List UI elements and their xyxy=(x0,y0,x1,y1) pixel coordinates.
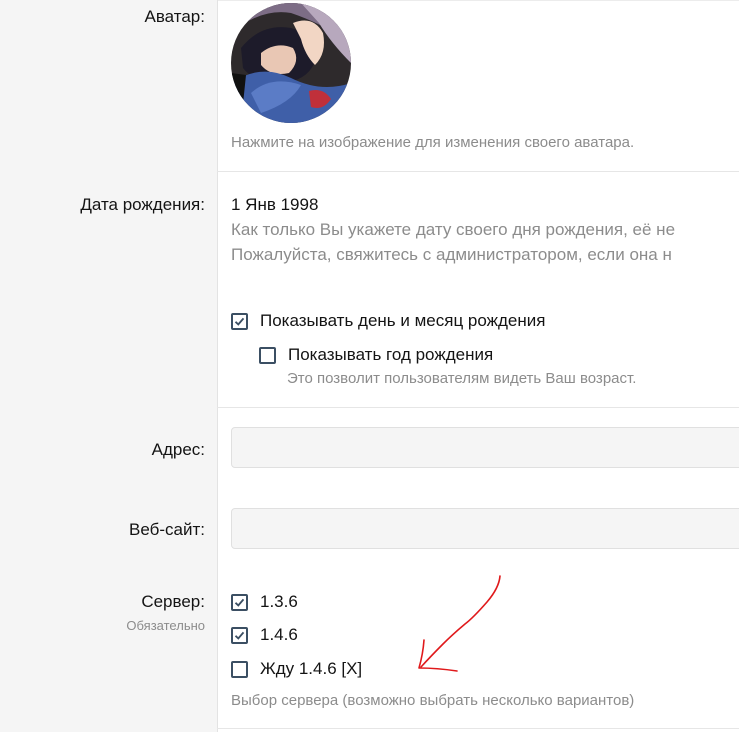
checkbox-checked-icon xyxy=(231,593,248,611)
server-option-label: Жду 1.4.6 [X] xyxy=(260,659,363,678)
show-day-month-checkbox[interactable]: Показывать день и месяц рождения xyxy=(231,311,545,331)
show-year-label: Показывать год рождения xyxy=(288,345,494,364)
address-input[interactable] xyxy=(231,427,739,468)
row-divider xyxy=(217,728,739,729)
avatar-anime-picture xyxy=(231,3,351,123)
avatar-image[interactable] xyxy=(231,3,351,123)
birthday-value: 1 Янв 1998 xyxy=(231,195,319,214)
address-label: Адрес: xyxy=(151,440,205,459)
show-day-month-label: Показывать день и месяц рождения xyxy=(260,311,546,330)
website-input[interactable] xyxy=(231,508,739,549)
annotation-arrow-icon xyxy=(418,575,501,672)
row-divider xyxy=(217,407,739,408)
server-option-1-3-6[interactable]: 1.3.6 xyxy=(231,592,298,612)
server-label: Сервер: xyxy=(141,592,205,611)
birthday-label: Дата рождения: xyxy=(80,195,205,214)
server-option-waiting[interactable]: Жду 1.4.6 [X] xyxy=(231,659,362,679)
checkbox-checked-icon xyxy=(231,626,248,644)
birthday-explain-line2: Пожалуйста, свяжитесь с администратором,… xyxy=(231,245,672,264)
checkbox-unchecked-icon xyxy=(231,660,248,678)
avatar-label: Аватар: xyxy=(144,7,206,26)
avatar-hint: Нажмите на изображение для изменения сво… xyxy=(231,134,635,151)
row-divider xyxy=(217,171,739,172)
server-option-label: 1.3.6 xyxy=(260,592,298,611)
show-year-hint: Это позволит пользователям видеть Ваш во… xyxy=(287,370,637,387)
checkbox-checked-icon xyxy=(231,312,248,330)
server-option-label: 1.4.6 xyxy=(260,625,298,644)
server-hint: Выбор сервера (возможно выбрать нескольк… xyxy=(231,692,635,709)
birthday-explain-line1: Как только Вы укажете дату своего дня ро… xyxy=(231,220,676,239)
checkbox-unchecked-icon xyxy=(259,346,276,364)
show-year-checkbox[interactable]: Показывать год рождения xyxy=(259,345,493,365)
website-label: Веб-сайт: xyxy=(129,520,205,539)
profile-settings-form: Аватар: Нажмите на изображение для измен… xyxy=(0,0,739,732)
server-option-1-4-6[interactable]: 1.4.6 xyxy=(231,625,298,645)
server-required-label: Обязательно xyxy=(126,618,205,633)
